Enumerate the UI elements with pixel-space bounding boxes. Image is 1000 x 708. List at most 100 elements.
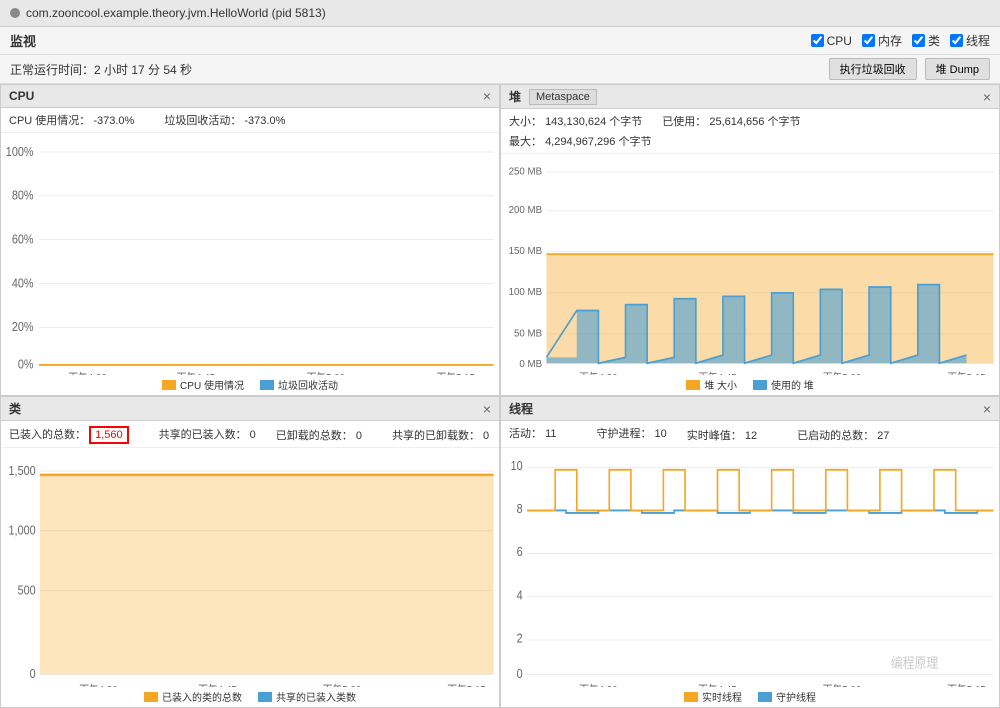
- svg-text:下午5:15: 下午5:15: [437, 371, 476, 375]
- checkbox-memory[interactable]: 内存: [862, 32, 902, 49]
- svg-text:250 MB: 250 MB: [509, 166, 543, 177]
- svg-text:下午4:45: 下午4:45: [198, 683, 236, 687]
- svg-text:100%: 100%: [6, 145, 34, 159]
- class-total-loaded-value: 1,560: [89, 426, 129, 444]
- svg-text:4: 4: [517, 588, 523, 603]
- thread-active-stat: 活动： 11: [509, 425, 556, 443]
- cpu-legend-gc-color: [260, 380, 274, 390]
- heap-panel-header: 堆 Metaspace ×: [501, 85, 999, 109]
- checkbox-cpu[interactable]: CPU: [811, 34, 852, 48]
- thread-panel-title: 线程: [509, 400, 533, 417]
- cpu-legend-gc: 垃圾回收活动: [260, 377, 338, 392]
- svg-text:下午5:15: 下午5:15: [947, 683, 985, 687]
- window-icon: [10, 8, 20, 18]
- sub-header: 正常运行时间：2 小时 17 分 54 秒 执行垃圾回收 堆 Dump: [0, 55, 1000, 84]
- heap-used-stat: 已使用： 25,614,656 个字节: [662, 113, 800, 129]
- heap-chart-legend: 堆 大小 使用的 堆: [501, 375, 999, 395]
- svg-text:1,000: 1,000: [9, 523, 36, 538]
- svg-text:50 MB: 50 MB: [514, 328, 542, 339]
- header-checkboxes: CPU 内存 类 线程: [811, 32, 990, 49]
- svg-text:下午5:15: 下午5:15: [947, 370, 986, 375]
- svg-text:10: 10: [511, 458, 523, 473]
- thread-legend-live: 实时线程: [684, 689, 742, 704]
- heap-legend-used: 使用的 堆: [753, 377, 814, 392]
- svg-text:200 MB: 200 MB: [509, 205, 543, 216]
- window-title: com.zooncool.example.theory.jvm.HelloWor…: [26, 6, 326, 20]
- thread-legend-daemon-color: [758, 692, 772, 702]
- thread-panel: 线程 × 活动： 11 守护进程： 10 实时峰值： 12: [500, 396, 1000, 708]
- class-shared-unloaded-stat: 共享的已卸载数： 0: [392, 427, 489, 443]
- heap-panel-title: 堆: [509, 88, 521, 105]
- action-buttons: 执行垃圾回收 堆 Dump: [829, 58, 990, 80]
- thread-peak-stat: 实时峰值： 12: [687, 427, 757, 443]
- svg-text:下午4:30: 下午4:30: [68, 371, 107, 375]
- class-chart-area: 1,500 1,000 500 0 下午4:30 下午4:45 下午5:00 下…: [1, 448, 499, 687]
- heap-chart-svg: 250 MB 200 MB 150 MB 100 MB 50 MB 0 MB: [501, 158, 999, 375]
- class-legend-shared: 共享的已装入类数: [258, 689, 356, 704]
- class-legend-shared-color: [258, 692, 272, 702]
- heap-panel-close[interactable]: ×: [983, 89, 991, 105]
- metaspace-tab[interactable]: Metaspace: [529, 89, 597, 105]
- svg-text:8: 8: [517, 501, 523, 516]
- heap-dump-button[interactable]: 堆 Dump: [925, 58, 990, 80]
- svg-text:80%: 80%: [12, 189, 34, 203]
- cpu-panel-title: CPU: [9, 89, 34, 103]
- svg-text:下午5:00: 下午5:00: [823, 683, 861, 687]
- svg-text:40%: 40%: [12, 277, 34, 291]
- cpu-chart-legend: CPU 使用情况 垃圾回收活动: [1, 375, 499, 395]
- svg-text:0 MB: 0 MB: [519, 358, 542, 369]
- class-chart-legend: 已装入的类的总数 共享的已装入类数: [1, 687, 499, 707]
- cpu-legend-usage-color: [162, 380, 176, 390]
- thread-panel-close[interactable]: ×: [983, 401, 991, 417]
- title-bar: com.zooncool.example.theory.jvm.HelloWor…: [0, 0, 1000, 27]
- class-panel-header: 类 ×: [1, 397, 499, 421]
- gc-activity-stat: 垃圾回收活动： -373.0%: [164, 112, 285, 128]
- cpu-legend-usage: CPU 使用情况: [162, 377, 244, 392]
- class-panel-close[interactable]: ×: [483, 401, 491, 417]
- svg-text:下午4:45: 下午4:45: [698, 683, 736, 687]
- svg-text:下午4:45: 下午4:45: [698, 370, 737, 375]
- cpu-panel-header: CPU ×: [1, 85, 499, 108]
- thread-legend-live-color: [684, 692, 698, 702]
- svg-text:下午5:00: 下午5:00: [823, 370, 862, 375]
- svg-text:下午5:00: 下午5:00: [307, 371, 346, 375]
- heap-panel-stats: 大小： 143,130,624 个字节 已使用： 25,614,656 个字节 …: [501, 109, 999, 154]
- class-chart-svg: 1,500 1,000 500 0 下午4:30 下午4:45 下午5:00 下…: [1, 452, 499, 687]
- panels-grid: CPU × CPU 使用情况： -373.0% 垃圾回收活动： -373.0% …: [0, 84, 1000, 708]
- heap-max-stat: 最大： 4,294,967,296 个字节: [509, 133, 651, 149]
- heap-legend-size-color: [686, 380, 700, 390]
- class-total-unloaded-stat: 已卸载的总数： 0: [276, 427, 362, 443]
- svg-text:下午4:30: 下午4:30: [79, 683, 117, 687]
- heap-legend-size: 堆 大小: [686, 377, 737, 392]
- svg-text:下午4:30: 下午4:30: [579, 370, 618, 375]
- svg-text:500: 500: [18, 582, 36, 597]
- class-total-loaded-stat: 已装入的总数： 1,560: [9, 426, 129, 442]
- thread-chart-area: 10 8 6 4 2 0 下午4:30 下午4:45 下: [501, 448, 999, 687]
- class-panel: 类 × 已装入的总数： 1,560 共享的已装入数： 0 已卸载的总数： 0: [0, 396, 500, 708]
- thread-chart-legend: 实时线程 守护线程: [501, 687, 999, 707]
- svg-text:100 MB: 100 MB: [509, 287, 543, 298]
- watermark-text: 编程原理: [891, 655, 939, 671]
- thread-panel-stats: 活动： 11 守护进程： 10 实时峰值： 12 已启动的总数： 27: [501, 421, 999, 448]
- svg-text:60%: 60%: [12, 233, 34, 247]
- cpu-panel-close[interactable]: ×: [483, 88, 491, 104]
- uptime-label: 正常运行时间：2 小时 17 分 54 秒: [10, 61, 192, 78]
- checkbox-class[interactable]: 类: [912, 32, 940, 49]
- class-legend-total-color: [144, 692, 158, 702]
- cpu-panel: CPU × CPU 使用情况： -373.0% 垃圾回收活动： -373.0% …: [0, 84, 500, 396]
- svg-text:下午4:45: 下午4:45: [177, 371, 216, 375]
- gc-button[interactable]: 执行垃圾回收: [829, 58, 917, 80]
- cpu-usage-stat: CPU 使用情况： -373.0%: [9, 112, 134, 128]
- svg-text:下午5:15: 下午5:15: [447, 683, 485, 687]
- svg-text:0: 0: [30, 666, 36, 681]
- cpu-panel-stats: CPU 使用情况： -373.0% 垃圾回收活动： -373.0%: [1, 108, 499, 133]
- svg-text:6: 6: [517, 544, 523, 559]
- class-shared-loaded-stat: 共享的已装入数： 0: [159, 426, 256, 442]
- thread-chart-svg: 10 8 6 4 2 0 下午4:30 下午4:45 下: [501, 452, 999, 687]
- heap-size-stat: 大小： 143,130,624 个字节: [509, 113, 642, 129]
- svg-text:2: 2: [517, 631, 523, 646]
- checkbox-thread[interactable]: 线程: [950, 32, 990, 49]
- heap-legend-used-color: [753, 380, 767, 390]
- svg-text:150 MB: 150 MB: [509, 246, 543, 257]
- svg-text:下午4:30: 下午4:30: [579, 683, 617, 687]
